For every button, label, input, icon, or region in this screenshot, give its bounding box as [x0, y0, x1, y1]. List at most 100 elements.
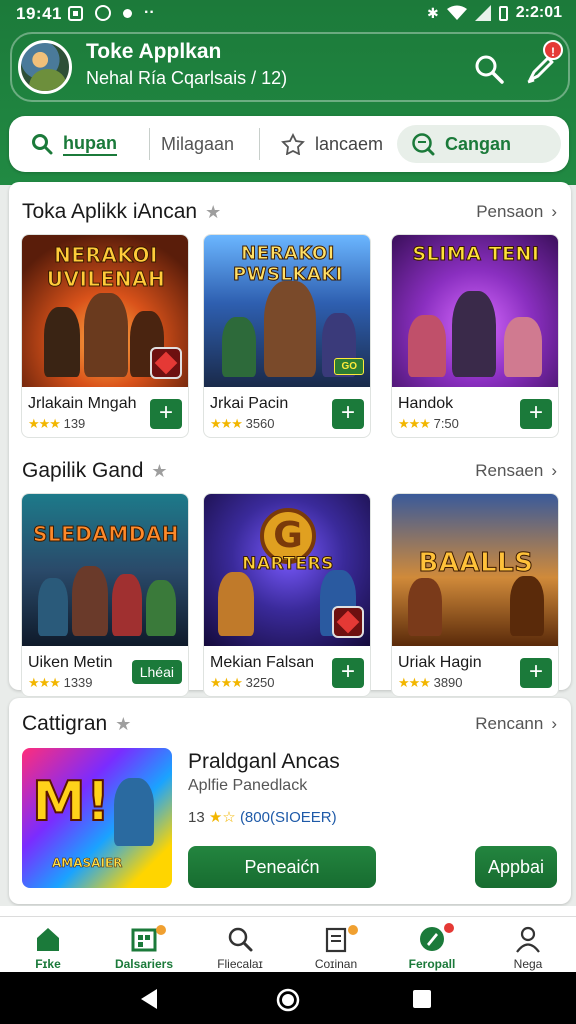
- rating-value: 13: [188, 809, 205, 826]
- section-title-text: Toka Aplikk iAncan: [22, 200, 198, 223]
- game-art: BAALLS: [392, 494, 558, 646]
- game-art: SLEDAMDAH: [22, 494, 188, 646]
- character-figure: [114, 778, 154, 846]
- rating-stars-icon: ★★★: [210, 675, 243, 690]
- character-figure: [84, 293, 128, 377]
- app-tile[interactable]: G NARTERS Mekian Falsan ★★★ 3250 +: [203, 493, 371, 697]
- art-title: BAALLS: [418, 548, 534, 579]
- nav-item-feropall[interactable]: Feropall: [384, 919, 480, 971]
- back-icon[interactable]: [139, 988, 159, 1010]
- more-dots-icon: ··: [144, 4, 155, 21]
- app-rating: ★★★ 139: [28, 416, 85, 432]
- add-button[interactable]: +: [150, 399, 182, 429]
- add-button[interactable]: +: [520, 658, 552, 688]
- tab-hupan[interactable]: hupan: [31, 116, 117, 172]
- app-tile[interactable]: BAALLS Uriak Hagin ★★★ 3890 +: [391, 493, 559, 697]
- section-more-link[interactable]: Pensaon ›: [476, 202, 557, 222]
- section-title: Gapilik Gand ★: [22, 459, 168, 483]
- star-icon: ★: [205, 201, 222, 222]
- section-title-text: Gapilik Gand: [22, 459, 144, 482]
- rating-value: 139: [63, 416, 86, 431]
- search-icon[interactable]: [472, 52, 506, 86]
- character-figure: [146, 580, 176, 636]
- app-rating: ★★★ 3890: [398, 675, 463, 691]
- app-tile[interactable]: SLIMA TENI Handok ★★★ 7:50 +: [391, 234, 559, 438]
- section-more-link[interactable]: Rensaen ›: [475, 461, 557, 481]
- app-tile[interactable]: NERAKOI PWSLKAKI GO Jrkai Pacin ★★★ 3560…: [203, 234, 371, 438]
- bluetooth-icon: ✱: [427, 4, 439, 21]
- art-badge: GO: [334, 358, 364, 375]
- status-bar: 19:41 ·· ✱ 2:2:01: [0, 0, 576, 28]
- app-rating: ★★★ 3250: [210, 675, 275, 691]
- add-button[interactable]: +: [520, 399, 552, 429]
- add-button[interactable]: +: [332, 658, 364, 688]
- wifi-icon: [446, 5, 467, 20]
- character-figure: [72, 566, 108, 636]
- app-tile[interactable]: NERAKOI UVILENAH Jrlakain Mngah ★★★ 139 …: [21, 234, 189, 438]
- rating-stars-icon: ★★★: [210, 416, 243, 431]
- nav-item-document[interactable]: Coɪinan: [288, 919, 384, 971]
- rating-stars-icon: ★★★: [398, 675, 431, 690]
- character-figure: [510, 576, 544, 636]
- character-figure: [112, 574, 142, 636]
- rating-stars-icon: ★★★: [28, 416, 61, 431]
- nav-item-dalsariers[interactable]: Dalsariers: [96, 919, 192, 971]
- apps-card: Toka Aplikk iAncan ★ Pensaon › NERAKOI U…: [9, 182, 571, 697]
- featured-game-art[interactable]: M! AMASAIER: [22, 748, 172, 888]
- game-art: NERAKOI PWSLKAKI GO: [204, 235, 370, 387]
- section-title-text: Cattigran: [22, 712, 108, 735]
- character-figure: [264, 281, 316, 377]
- nav-item-search[interactable]: Fliecalaɪ: [192, 919, 288, 971]
- system-nav-bar: [0, 972, 576, 1024]
- art-title: SLEDAMDAH: [32, 522, 180, 547]
- nav-label: Feropall: [408, 957, 456, 971]
- primary-button[interactable]: Peneaićn: [188, 846, 376, 888]
- notification-dot: [156, 925, 166, 935]
- chevron-right-icon: ›: [551, 202, 557, 221]
- tab-lancaem[interactable]: lancaem: [281, 116, 383, 172]
- app-header: 19:41 ·· ✱ 2:2:01 Toke Applkan Nehal Ría…: [0, 0, 576, 185]
- app-name: Uiken Metin: [28, 654, 113, 671]
- search-icon: [228, 927, 253, 952]
- tab-milagaan[interactable]: Milagaan: [161, 116, 234, 172]
- featured-caption: AMASAIER: [52, 856, 123, 871]
- featured-subtitle: Aplfie Panedlack: [188, 777, 308, 794]
- art-title: SLIMA TENI: [412, 243, 540, 266]
- home-circle-icon[interactable]: [276, 988, 300, 1012]
- game-art: NERAKOI UVILENAH: [22, 235, 188, 387]
- character-figure: [44, 307, 80, 377]
- secondary-button[interactable]: Appbai: [475, 846, 557, 888]
- section-title: Toka Aplikk iAncan ★: [22, 200, 221, 224]
- home-icon: [37, 928, 59, 951]
- avatar[interactable]: [18, 40, 72, 94]
- profile-banner[interactable]: Toke Applkan Nehal Ría Cqarlsais / 12): [10, 32, 570, 102]
- rocket-icon: [420, 927, 444, 951]
- nav-item-home[interactable]: Fɪke: [0, 919, 96, 971]
- bottom-nav: Fɪke Dalsariers Fliecalaɪ Coɪinan Feropa…: [0, 916, 576, 972]
- featured-card: Cattigran ★ Rencann › M! AMASAIER Praldg…: [9, 698, 571, 904]
- rating-value: 1339: [63, 675, 93, 690]
- app-name: Mekian Falsan: [210, 654, 315, 671]
- section-more-link[interactable]: Rencann ›: [475, 714, 557, 734]
- signal-icon: [474, 5, 491, 21]
- recents-icon[interactable]: [412, 989, 432, 1009]
- nav-item-profile[interactable]: Negа: [480, 919, 576, 971]
- install-button[interactable]: Lhéai: [131, 660, 182, 684]
- dot-icon: [123, 8, 132, 18]
- app-name: Uriak Hagin: [398, 654, 482, 671]
- featured-rating: 13 ★☆ (800(SIOEER): [188, 808, 337, 826]
- notification-dot: [444, 923, 454, 933]
- shield-icon: [332, 606, 364, 638]
- tab-cangan[interactable]: Cangan: [411, 116, 511, 172]
- rating-link[interactable]: (800(SIOEER): [240, 809, 337, 826]
- app-tile[interactable]: SLEDAMDAH Uiken Metin ★★★ 1339 Lhéai: [21, 493, 189, 697]
- rating-value: 3250: [245, 675, 275, 690]
- add-button[interactable]: +: [332, 399, 364, 429]
- nav-label: Fɪke: [35, 957, 61, 971]
- rating-stars-icon: ★★★: [28, 675, 61, 690]
- tab-label: hupan: [63, 133, 117, 156]
- search-tab-bar: hupan Milagaan lancaem Cangan: [9, 116, 569, 172]
- featured-logo: M!: [31, 769, 111, 834]
- battery-icon: [498, 5, 508, 21]
- game-art: G NARTERS: [204, 494, 370, 646]
